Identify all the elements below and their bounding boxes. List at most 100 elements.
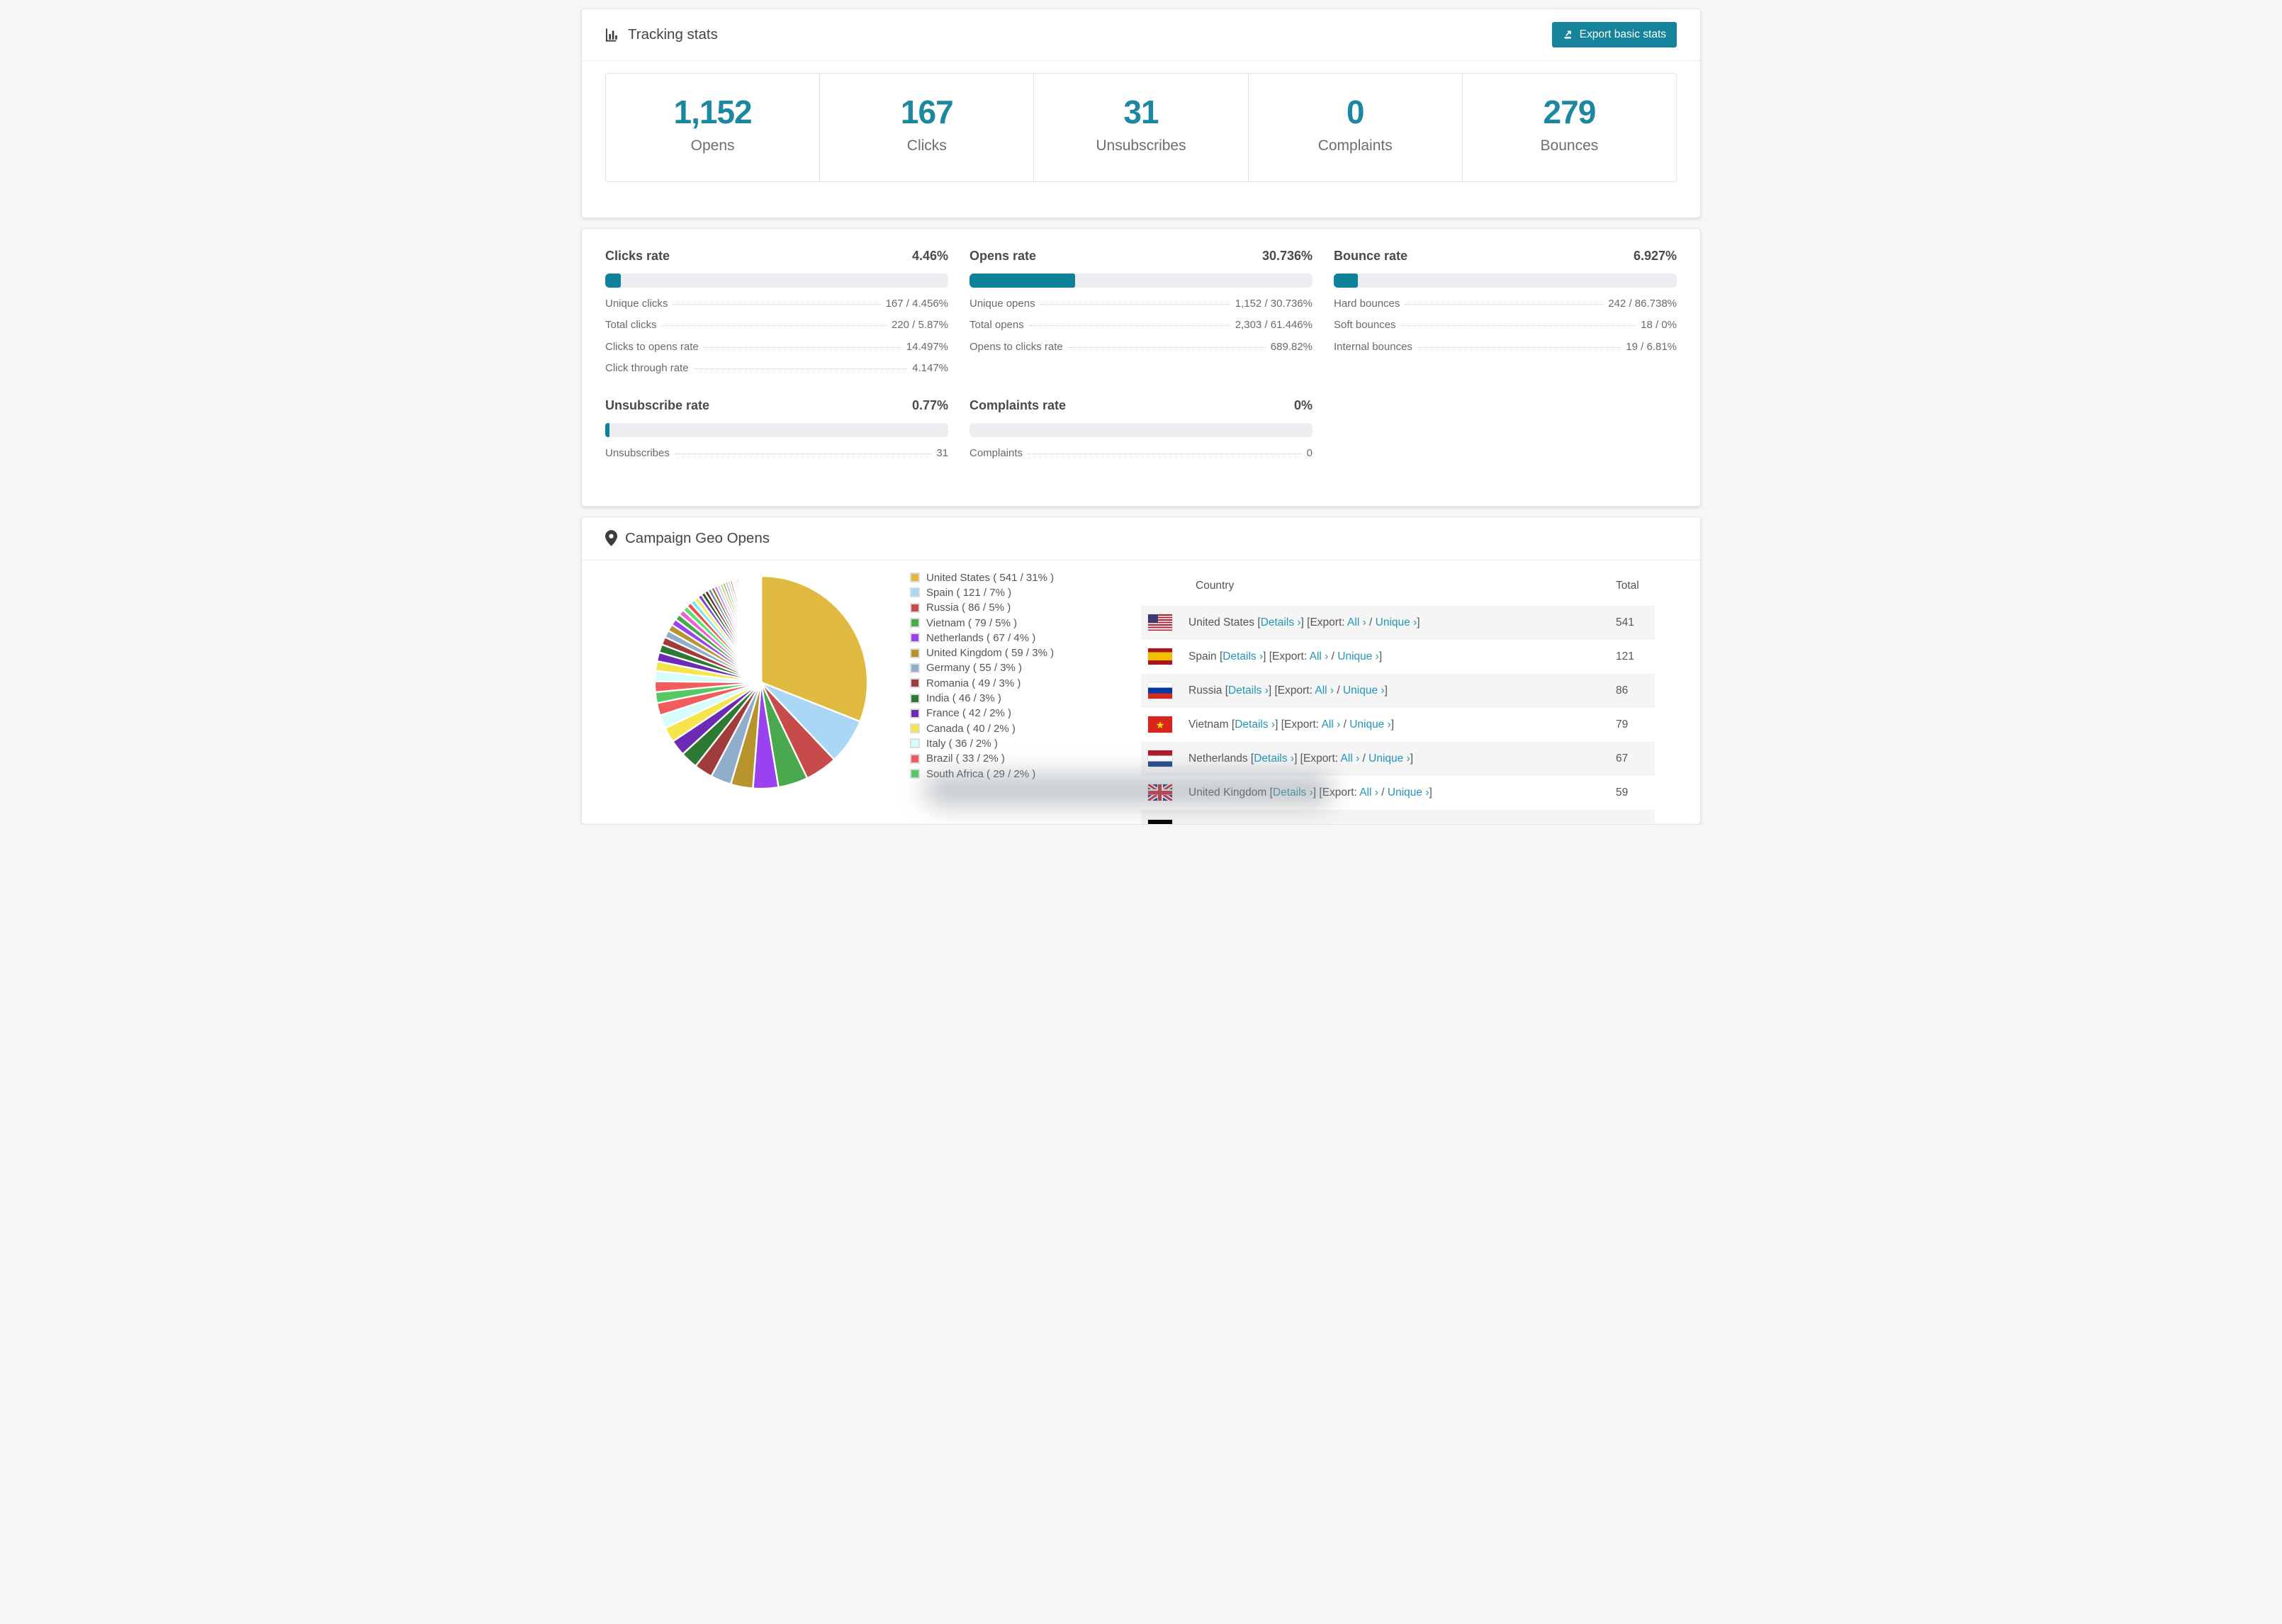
legend-item[interactable]: Brazil ( 33 / 2% ) xyxy=(910,751,1113,766)
progress-bar xyxy=(969,274,1313,288)
legend-label: India ( 46 / 3% ) xyxy=(926,692,1001,705)
total-column-header: Total xyxy=(1616,579,1639,592)
export-icon xyxy=(1564,30,1571,39)
legend-swatch xyxy=(910,618,920,628)
legend-item[interactable]: South Africa ( 29 / 2% ) xyxy=(910,766,1113,781)
summary-stats-box: 1,152 Opens 167 Clicks 31 Unsubscribes 0 Compla… xyxy=(605,73,1677,182)
dotted-leader xyxy=(1417,346,1621,348)
stat-value: 689.82% xyxy=(1270,340,1313,353)
rate-title: Unsubscribe rate xyxy=(605,398,710,412)
stat-row: Unique clicks 167 / 4.456% xyxy=(605,298,948,310)
export-all-link[interactable]: All › xyxy=(1310,650,1329,662)
tracking-stats-header: Tracking stats Export basic stats xyxy=(582,9,1700,61)
legend-label: Italy ( 36 / 2% ) xyxy=(926,737,998,750)
progress-bar xyxy=(1334,274,1677,288)
progress-bar-fill xyxy=(1334,274,1358,288)
total-cell: 79 xyxy=(1616,718,1629,731)
geo-title: Campaign Geo Opens xyxy=(605,530,770,547)
legend-item[interactable]: Germany ( 55 / 3% ) xyxy=(910,660,1113,675)
legend-label: Spain ( 121 / 7% ) xyxy=(926,586,1012,599)
stat-label: Clicks to opens rate xyxy=(605,340,699,353)
export-unique-link[interactable]: Unique › xyxy=(1376,616,1417,628)
dotted-leader xyxy=(1040,303,1230,305)
legend-item[interactable]: India ( 46 / 3% ) xyxy=(910,691,1113,706)
stat-row: Complaints 0 xyxy=(969,447,1313,459)
summary-value: 279 xyxy=(1543,94,1597,130)
map-pin-icon xyxy=(605,530,617,546)
details-link[interactable]: Details › xyxy=(1254,752,1294,765)
rate-block-unsubscribe-rate: Unsubscribe rate 0.77% Unsubscribes 31 xyxy=(605,398,948,459)
geo-table-row: United Kingdom [Details ›] [Export: All … xyxy=(1141,776,1655,810)
progress-bar xyxy=(969,423,1313,437)
details-link[interactable]: Details › xyxy=(1235,718,1275,731)
summary-label: Complaints xyxy=(1317,137,1393,154)
ru-flag-icon xyxy=(1148,682,1172,699)
de-flag-icon xyxy=(1148,819,1172,824)
export-all-link[interactable]: All › xyxy=(1322,718,1341,731)
stat-row: Click through rate 4.147% xyxy=(605,362,948,374)
legend-label: Germany ( 55 / 3% ) xyxy=(926,662,1023,675)
nl-flag-icon xyxy=(1148,750,1172,767)
export-basic-stats-button[interactable]: Export basic stats xyxy=(1551,22,1677,47)
legend-item[interactable]: Romania ( 49 / 3% ) xyxy=(910,676,1113,691)
legend-item[interactable]: France ( 42 / 2% ) xyxy=(910,706,1113,721)
export-all-link[interactable]: All › xyxy=(1359,786,1378,799)
stat-value: 220 / 5.87% xyxy=(891,319,948,331)
export-unique-link[interactable]: Unique › xyxy=(1343,684,1385,697)
stat-label: Internal bounces xyxy=(1334,340,1412,353)
total-cell: 121 xyxy=(1616,650,1634,662)
gb-flag-icon xyxy=(1148,784,1172,801)
stat-row: Unsubscribes 31 xyxy=(605,447,948,459)
total-cell: 67 xyxy=(1616,752,1629,765)
details-link[interactable]: Details › xyxy=(1222,650,1263,662)
stat-label: Total clicks xyxy=(605,319,657,331)
details-link[interactable]: Details › xyxy=(1261,616,1301,628)
dotted-leader xyxy=(661,325,887,326)
details-link[interactable]: Details › xyxy=(1273,786,1313,799)
legend-swatch xyxy=(910,769,920,779)
stat-label: Hard bounces xyxy=(1334,297,1400,310)
legend-item[interactable]: United States ( 541 / 31% ) xyxy=(910,570,1113,585)
geo-table-row xyxy=(1141,809,1655,824)
stat-label: Complaints xyxy=(969,446,1023,459)
stat-value: 1,152 / 30.736% xyxy=(1235,297,1313,310)
rate-block-complaints-rate: Complaints rate 0% Complaints 0 xyxy=(969,398,1313,459)
legend-item[interactable]: Netherlands ( 67 / 4% ) xyxy=(910,631,1113,645)
stat-label: Unique opens xyxy=(969,297,1035,310)
export-unique-link[interactable]: Unique › xyxy=(1368,752,1410,765)
legend-item[interactable]: Canada ( 40 / 2% ) xyxy=(910,721,1113,735)
geo-table-body: United States [Details ›] [Export: All ›… xyxy=(1141,605,1655,824)
rate-value: 6.927% xyxy=(1633,249,1677,263)
stat-label: Click through rate xyxy=(605,362,689,374)
legend-item[interactable]: Spain ( 121 / 7% ) xyxy=(910,585,1113,600)
export-unique-link[interactable]: Unique › xyxy=(1349,718,1391,731)
rate-value: 0% xyxy=(1293,398,1313,412)
legend-item[interactable]: Vietnam ( 79 / 5% ) xyxy=(910,615,1113,630)
legend-label: Brazil ( 33 / 2% ) xyxy=(926,752,1005,765)
total-cell: 86 xyxy=(1616,684,1629,697)
tracking-stats-card: Tracking stats Export basic stats 1,152 O… xyxy=(581,9,1701,218)
export-all-link[interactable]: All › xyxy=(1347,616,1366,628)
rate-title: Clicks rate xyxy=(605,249,670,263)
dotted-leader xyxy=(1067,346,1266,348)
legend-item[interactable]: Russia ( 86 / 5% ) xyxy=(910,600,1113,615)
details-link[interactable]: Details › xyxy=(1228,684,1269,697)
stat-value: 242 / 86.738% xyxy=(1608,297,1677,310)
legend-item[interactable]: United Kingdom ( 59 / 3% ) xyxy=(910,645,1113,660)
legend-swatch xyxy=(910,723,920,734)
dotted-leader xyxy=(1028,325,1230,326)
export-all-link[interactable]: All › xyxy=(1341,752,1360,765)
stat-row: Opens to clicks rate 689.82% xyxy=(969,341,1313,353)
rate-value: 4.46% xyxy=(911,249,948,263)
legend-label: Vietnam ( 79 / 5% ) xyxy=(926,616,1018,629)
export-unique-link[interactable]: Unique › xyxy=(1337,650,1379,662)
rate-value: 0.77% xyxy=(911,398,948,412)
export-unique-link[interactable]: Unique › xyxy=(1388,786,1429,799)
progress-bar-fill xyxy=(969,274,1075,288)
country-name: United States xyxy=(1188,616,1255,628)
geo-legend: United States ( 541 / 31% ) Spain ( 121 /… xyxy=(910,570,1113,824)
stat-value: 18 / 0% xyxy=(1641,319,1677,331)
export-all-link[interactable]: All › xyxy=(1315,684,1334,697)
legend-item[interactable]: Italy ( 36 / 2% ) xyxy=(910,736,1113,751)
geo-title-text: Campaign Geo Opens xyxy=(625,529,770,546)
